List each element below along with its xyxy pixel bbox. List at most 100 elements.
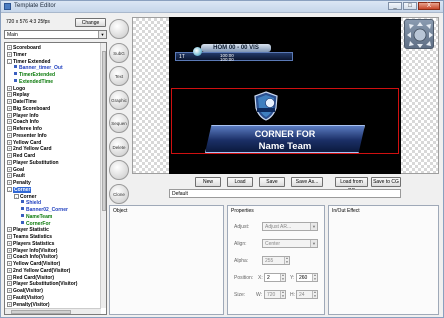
expand-icon[interactable]: + xyxy=(7,126,12,131)
expand-icon[interactable]: + xyxy=(7,166,12,172)
expand-icon[interactable]: + xyxy=(7,99,12,104)
app-icon xyxy=(4,3,11,10)
expand-icon[interactable]: + xyxy=(7,301,12,307)
position-y-value: 260 xyxy=(299,275,308,281)
expand-icon[interactable]: + xyxy=(7,234,12,239)
corner-banner: CORNER FOR Name Team xyxy=(205,125,365,153)
collapse-icon[interactable]: - xyxy=(7,186,12,192)
expand-icon[interactable]: + xyxy=(7,294,12,300)
blank-tool-button[interactable] xyxy=(109,19,129,39)
template-tree[interactable]: + Scoreboard + Timer - Timer Extended Banner_t… xyxy=(4,42,107,315)
graphic-button[interactable]: Graphic xyxy=(109,89,129,110)
maximize-button[interactable]: □ xyxy=(403,2,417,10)
spinner-icon[interactable]: ▲ ▼ xyxy=(312,273,317,281)
size-h-field[interactable]: 24 ▲ ▼ xyxy=(296,290,318,299)
spinner-icon[interactable]: ▲ ▼ xyxy=(312,290,317,298)
tree-item-label: Big Scoreboard xyxy=(13,105,51,112)
expand-icon[interactable]: + xyxy=(7,153,12,158)
tree-item-label: Penalty xyxy=(13,180,31,186)
collapse-icon[interactable]: - xyxy=(7,58,12,64)
expand-icon[interactable]: + xyxy=(7,240,12,246)
expand-icon[interactable]: + xyxy=(7,112,12,118)
expand-icon[interactable]: + xyxy=(7,247,12,253)
spinner-icon[interactable]: ▲ ▼ xyxy=(280,290,285,298)
spinner-icon[interactable]: ▲ ▼ xyxy=(280,273,285,281)
ticker-score: HOM 00 - 00 VIS xyxy=(201,44,271,52)
new-button[interactable]: New xyxy=(195,177,221,187)
alpha-field[interactable]: 255 ▲ ▼ xyxy=(262,256,290,265)
clone-button[interactable]: Clone xyxy=(109,183,129,204)
align-label: Align: xyxy=(234,241,247,247)
expand-icon[interactable]: + xyxy=(7,180,12,185)
expand-icon[interactable]: + xyxy=(7,146,12,152)
expand-icon[interactable]: + xyxy=(7,132,12,138)
tree-item-label: Corner xyxy=(13,186,32,193)
tree-vertical-scrollbar[interactable] xyxy=(100,43,106,308)
text-button[interactable]: Text xyxy=(109,66,129,86)
expand-icon[interactable]: + xyxy=(7,105,12,111)
ball-icon xyxy=(193,47,202,56)
expand-icon[interactable]: + xyxy=(7,92,12,98)
corner-title: CORNER FOR xyxy=(254,129,316,139)
expand-icon[interactable]: + xyxy=(7,267,12,273)
preview-screen[interactable]: HOM 00 - 00 VIS 1T 100:00 100:00 CORNER … xyxy=(169,17,401,174)
w-label: W: xyxy=(256,292,263,298)
tree-item-label: Yellow Card(Visitor) xyxy=(13,261,61,267)
expand-icon[interactable]: + xyxy=(7,261,12,266)
tree-item[interactable]: + Penalty(Visitor) xyxy=(7,301,50,309)
expand-icon[interactable]: + xyxy=(7,288,12,293)
properties-panel-title: Properties xyxy=(231,208,254,214)
scroll-thumb[interactable] xyxy=(102,51,106,211)
template-editor-window: Template Editor _ □ X 720 x 576 4:3 25fp… xyxy=(0,0,444,318)
position-y-field[interactable]: 260 ▲ ▼ xyxy=(296,273,318,282)
collapse-icon[interactable]: - xyxy=(14,193,19,199)
tree-item-label: Player Substitution xyxy=(13,159,59,166)
align-select[interactable]: Center ▼ xyxy=(262,239,318,248)
expand-icon[interactable]: + xyxy=(7,227,12,233)
layer-icon xyxy=(21,213,24,217)
save-as-button[interactable]: Save As... xyxy=(291,177,323,187)
delete-button[interactable]: Delete xyxy=(109,136,129,157)
layer-icon xyxy=(14,65,17,69)
load-button[interactable]: Load xyxy=(227,177,253,187)
minimize-button[interactable]: _ xyxy=(388,2,402,10)
save-button[interactable]: Save xyxy=(259,177,285,187)
expand-icon[interactable]: + xyxy=(7,119,12,125)
properties-panel: Properties Adjust: Adjust AR... ▼ Align:… xyxy=(227,205,325,315)
object-toolbar: SubG Text Graphic Sequen Delete Clone xyxy=(109,17,131,207)
alpha-label: Alpha: xyxy=(234,258,249,264)
expand-icon[interactable]: + xyxy=(7,45,12,50)
tree-item-label: Player Info(Visitor) xyxy=(13,247,58,254)
expand-icon[interactable]: + xyxy=(7,51,12,57)
save-to-cg-button[interactable]: Save to CG xyxy=(371,177,401,187)
expand-icon[interactable]: + xyxy=(7,281,12,287)
tree-item-label: 2nd Yellow Card(Visitor) xyxy=(13,267,71,274)
sequence-button[interactable]: Sequen xyxy=(109,113,129,133)
template-name-input[interactable]: Default xyxy=(169,189,401,198)
pan-control[interactable] xyxy=(404,19,434,49)
tree-horizontal-scrollbar[interactable] xyxy=(5,308,101,314)
ticker-time-2: 100:00 xyxy=(220,57,234,62)
tree-item-label: Coach Info xyxy=(13,119,39,126)
spinner-icon[interactable]: ▲ ▼ xyxy=(284,256,289,264)
position-x-field[interactable]: 2 ▲ ▼ xyxy=(264,273,286,282)
blank-tool-button-2[interactable] xyxy=(109,160,129,180)
expand-icon[interactable]: + xyxy=(7,274,12,280)
expand-icon[interactable]: + xyxy=(7,159,12,165)
scroll-thumb[interactable] xyxy=(11,310,71,314)
tree-item-label: Banner02_Corner xyxy=(26,207,68,213)
change-button[interactable]: Change xyxy=(75,18,106,27)
subgroup-button[interactable]: SubG xyxy=(109,42,129,63)
adjust-select[interactable]: Adjust AR... ▼ xyxy=(262,222,318,231)
tree-item-label: Shield xyxy=(26,200,42,207)
expand-icon[interactable]: + xyxy=(7,85,12,91)
template-select[interactable]: Main ▼ xyxy=(4,30,107,39)
load-from-cg-button[interactable]: Load from CG xyxy=(335,177,368,194)
title-bar[interactable]: Template Editor _ □ X xyxy=(1,1,443,13)
size-w-field[interactable]: 720 ▲ ▼ xyxy=(264,290,286,299)
close-button[interactable]: X xyxy=(418,2,440,10)
expand-icon[interactable]: + xyxy=(7,173,12,179)
expand-icon[interactable]: + xyxy=(7,139,12,145)
tree-item-label: Date/Time xyxy=(13,99,37,105)
expand-icon[interactable]: + xyxy=(7,254,12,260)
